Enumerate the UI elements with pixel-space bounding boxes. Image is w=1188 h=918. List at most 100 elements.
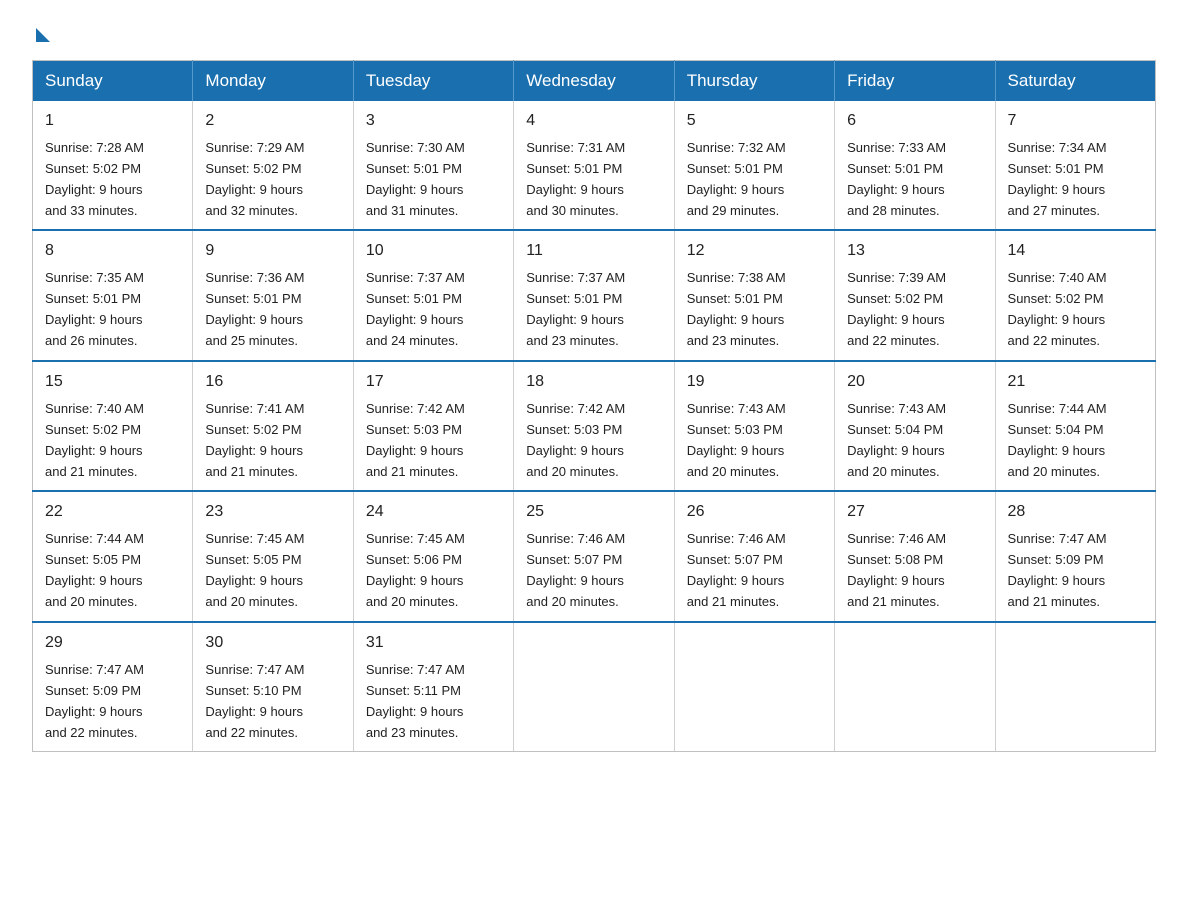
calendar-cell: 30 Sunrise: 7:47 AMSunset: 5:10 PMDayligh… bbox=[193, 622, 353, 752]
day-info: Sunrise: 7:35 AMSunset: 5:01 PMDaylight:… bbox=[45, 270, 144, 348]
calendar-cell bbox=[674, 622, 834, 752]
calendar-cell: 4 Sunrise: 7:31 AMSunset: 5:01 PMDaylight… bbox=[514, 101, 674, 230]
calendar-cell: 8Sunrise: 7:35 AMSunset: 5:01 PMDaylight… bbox=[33, 230, 193, 360]
day-number: 13 bbox=[847, 239, 982, 264]
calendar-cell: 25 Sunrise: 7:46 AMSunset: 5:07 PMDayligh… bbox=[514, 491, 674, 621]
day-number: 2 bbox=[205, 109, 340, 134]
calendar-cell bbox=[514, 622, 674, 752]
day-number: 19 bbox=[687, 370, 822, 395]
day-info: Sunrise: 7:46 AMSunset: 5:07 PMDaylight:… bbox=[526, 531, 625, 609]
weekday-header-row: SundayMondayTuesdayWednesdayThursdayFrid… bbox=[33, 61, 1156, 102]
day-number: 30 bbox=[205, 631, 340, 656]
day-info: Sunrise: 7:34 AMSunset: 5:01 PMDaylight:… bbox=[1008, 140, 1107, 218]
day-number: 15 bbox=[45, 370, 180, 395]
calendar-cell: 14 Sunrise: 7:40 AMSunset: 5:02 PMDayligh… bbox=[995, 230, 1155, 360]
day-number: 28 bbox=[1008, 500, 1143, 525]
calendar-cell: 29 Sunrise: 7:47 AMSunset: 5:09 PMDayligh… bbox=[33, 622, 193, 752]
day-info: Sunrise: 7:42 AMSunset: 5:03 PMDaylight:… bbox=[366, 401, 465, 479]
day-number: 25 bbox=[526, 500, 661, 525]
logo-triangle-icon bbox=[36, 28, 50, 42]
day-number: 12 bbox=[687, 239, 822, 264]
calendar-cell: 6Sunrise: 7:33 AMSunset: 5:01 PMDaylight… bbox=[835, 101, 995, 230]
day-info: Sunrise: 7:37 AMSunset: 5:01 PMDaylight:… bbox=[366, 270, 465, 348]
day-number: 22 bbox=[45, 500, 180, 525]
day-number: 9 bbox=[205, 239, 340, 264]
calendar-cell: 12 Sunrise: 7:38 AMSunset: 5:01 PMDayligh… bbox=[674, 230, 834, 360]
day-info: Sunrise: 7:44 AMSunset: 5:04 PMDaylight:… bbox=[1008, 401, 1107, 479]
week-row-1: 1 Sunrise: 7:28 AMSunset: 5:02 PMDaylight… bbox=[33, 101, 1156, 230]
logo bbox=[32, 24, 50, 42]
calendar-cell: 24 Sunrise: 7:45 AMSunset: 5:06 PMDayligh… bbox=[353, 491, 513, 621]
day-info: Sunrise: 7:45 AMSunset: 5:06 PMDaylight:… bbox=[366, 531, 465, 609]
day-number: 11 bbox=[526, 239, 661, 264]
day-info: Sunrise: 7:38 AMSunset: 5:01 PMDaylight:… bbox=[687, 270, 786, 348]
calendar-cell: 10 Sunrise: 7:37 AMSunset: 5:01 PMDayligh… bbox=[353, 230, 513, 360]
calendar-cell: 27 Sunrise: 7:46 AMSunset: 5:08 PMDayligh… bbox=[835, 491, 995, 621]
day-info: Sunrise: 7:41 AMSunset: 5:02 PMDaylight:… bbox=[205, 401, 304, 479]
day-number: 20 bbox=[847, 370, 982, 395]
day-info: Sunrise: 7:43 AMSunset: 5:03 PMDaylight:… bbox=[687, 401, 786, 479]
week-row-3: 15Sunrise: 7:40 AMSunset: 5:02 PMDayligh… bbox=[33, 361, 1156, 491]
day-number: 6 bbox=[847, 109, 982, 134]
day-number: 14 bbox=[1008, 239, 1143, 264]
calendar-cell: 7 Sunrise: 7:34 AMSunset: 5:01 PMDaylight… bbox=[995, 101, 1155, 230]
day-info: Sunrise: 7:47 AMSunset: 5:10 PMDaylight:… bbox=[205, 662, 304, 740]
day-number: 5 bbox=[687, 109, 822, 134]
weekday-header-tuesday: Tuesday bbox=[353, 61, 513, 102]
calendar-cell: 28 Sunrise: 7:47 AMSunset: 5:09 PMDayligh… bbox=[995, 491, 1155, 621]
calendar-cell: 11 Sunrise: 7:37 AMSunset: 5:01 PMDayligh… bbox=[514, 230, 674, 360]
weekday-header-wednesday: Wednesday bbox=[514, 61, 674, 102]
calendar-cell: 17 Sunrise: 7:42 AMSunset: 5:03 PMDayligh… bbox=[353, 361, 513, 491]
calendar-cell: 23Sunrise: 7:45 AMSunset: 5:05 PMDayligh… bbox=[193, 491, 353, 621]
calendar-cell: 1 Sunrise: 7:28 AMSunset: 5:02 PMDaylight… bbox=[33, 101, 193, 230]
day-info: Sunrise: 7:47 AMSunset: 5:09 PMDaylight:… bbox=[1008, 531, 1107, 609]
day-number: 10 bbox=[366, 239, 501, 264]
day-number: 17 bbox=[366, 370, 501, 395]
day-info: Sunrise: 7:32 AMSunset: 5:01 PMDaylight:… bbox=[687, 140, 786, 218]
day-info: Sunrise: 7:39 AMSunset: 5:02 PMDaylight:… bbox=[847, 270, 946, 348]
calendar-cell: 22 Sunrise: 7:44 AMSunset: 5:05 PMDayligh… bbox=[33, 491, 193, 621]
day-number: 3 bbox=[366, 109, 501, 134]
calendar-cell: 26Sunrise: 7:46 AMSunset: 5:07 PMDayligh… bbox=[674, 491, 834, 621]
day-info: Sunrise: 7:37 AMSunset: 5:01 PMDaylight:… bbox=[526, 270, 625, 348]
day-number: 4 bbox=[526, 109, 661, 134]
weekday-header-sunday: Sunday bbox=[33, 61, 193, 102]
day-info: Sunrise: 7:31 AMSunset: 5:01 PMDaylight:… bbox=[526, 140, 625, 218]
day-number: 27 bbox=[847, 500, 982, 525]
calendar-cell: 18 Sunrise: 7:42 AMSunset: 5:03 PMDayligh… bbox=[514, 361, 674, 491]
day-number: 29 bbox=[45, 631, 180, 656]
weekday-header-monday: Monday bbox=[193, 61, 353, 102]
day-number: 1 bbox=[45, 109, 180, 134]
day-number: 26 bbox=[687, 500, 822, 525]
calendar-cell: 16 Sunrise: 7:41 AMSunset: 5:02 PMDayligh… bbox=[193, 361, 353, 491]
day-info: Sunrise: 7:28 AMSunset: 5:02 PMDaylight:… bbox=[45, 140, 144, 218]
calendar-cell: 31 Sunrise: 7:47 AMSunset: 5:11 PMDayligh… bbox=[353, 622, 513, 752]
calendar-cell bbox=[835, 622, 995, 752]
day-info: Sunrise: 7:36 AMSunset: 5:01 PMDaylight:… bbox=[205, 270, 304, 348]
day-info: Sunrise: 7:47 AMSunset: 5:09 PMDaylight:… bbox=[45, 662, 144, 740]
day-info: Sunrise: 7:47 AMSunset: 5:11 PMDaylight:… bbox=[366, 662, 465, 740]
day-number: 18 bbox=[526, 370, 661, 395]
week-row-4: 22 Sunrise: 7:44 AMSunset: 5:05 PMDayligh… bbox=[33, 491, 1156, 621]
day-info: Sunrise: 7:40 AMSunset: 5:02 PMDaylight:… bbox=[1008, 270, 1107, 348]
header bbox=[32, 24, 1156, 42]
day-info: Sunrise: 7:44 AMSunset: 5:05 PMDaylight:… bbox=[45, 531, 144, 609]
day-number: 7 bbox=[1008, 109, 1143, 134]
day-info: Sunrise: 7:43 AMSunset: 5:04 PMDaylight:… bbox=[847, 401, 946, 479]
day-info: Sunrise: 7:46 AMSunset: 5:08 PMDaylight:… bbox=[847, 531, 946, 609]
week-row-2: 8Sunrise: 7:35 AMSunset: 5:01 PMDaylight… bbox=[33, 230, 1156, 360]
weekday-header-friday: Friday bbox=[835, 61, 995, 102]
day-info: Sunrise: 7:30 AMSunset: 5:01 PMDaylight:… bbox=[366, 140, 465, 218]
day-number: 16 bbox=[205, 370, 340, 395]
calendar-cell: 19 Sunrise: 7:43 AMSunset: 5:03 PMDayligh… bbox=[674, 361, 834, 491]
day-number: 24 bbox=[366, 500, 501, 525]
day-info: Sunrise: 7:42 AMSunset: 5:03 PMDaylight:… bbox=[526, 401, 625, 479]
calendar-cell: 5 Sunrise: 7:32 AMSunset: 5:01 PMDaylight… bbox=[674, 101, 834, 230]
calendar-cell: 20 Sunrise: 7:43 AMSunset: 5:04 PMDayligh… bbox=[835, 361, 995, 491]
calendar-cell: 21Sunrise: 7:44 AMSunset: 5:04 PMDayligh… bbox=[995, 361, 1155, 491]
week-row-5: 29 Sunrise: 7:47 AMSunset: 5:09 PMDayligh… bbox=[33, 622, 1156, 752]
calendar-cell: 2Sunrise: 7:29 AMSunset: 5:02 PMDaylight… bbox=[193, 101, 353, 230]
day-number: 31 bbox=[366, 631, 501, 656]
calendar-cell: 13 Sunrise: 7:39 AMSunset: 5:02 PMDayligh… bbox=[835, 230, 995, 360]
calendar-cell: 15Sunrise: 7:40 AMSunset: 5:02 PMDayligh… bbox=[33, 361, 193, 491]
